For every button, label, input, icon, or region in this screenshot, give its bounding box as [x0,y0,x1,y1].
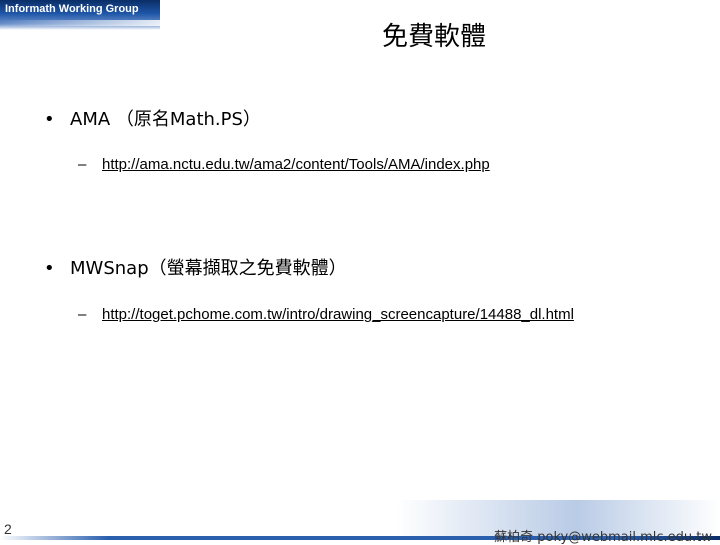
sub-dash: – [78,156,87,173]
page-number: 2 [4,521,12,537]
group-label: Informath Working Group [5,3,139,15]
bullet-item-mwsnap: • MWSnap（螢幕擷取之免費軟體） [44,254,347,280]
bullet-dot: • [44,258,55,279]
sub-dash: – [78,306,87,323]
mwsnap-link[interactable]: http://toget.pchome.com.tw/intro/drawing… [102,306,574,323]
slide-title: 免費軟體 [382,22,487,52]
author-credit: 蘇柏奇 poky@webmail.mlc.edu.tw [494,530,712,545]
ama-link[interactable]: http://ama.nctu.edu.tw/ama2/content/Tool… [102,156,490,173]
bullet-item-ama: • AMA （原名Math.PS） [44,105,261,131]
bullet-text: MWSnap（螢幕擷取之免費軟體） [70,258,347,279]
bullet-dot: • [44,109,55,130]
sub-item-mwsnap-link: – http://toget.pchome.com.tw/intro/drawin… [78,306,574,323]
sub-item-ama-link: – http://ama.nctu.edu.tw/ama2/content/Too… [78,156,490,173]
bullet-text: AMA （原名Math.PS） [70,109,261,130]
header-band: Informath Working Group [0,0,160,30]
